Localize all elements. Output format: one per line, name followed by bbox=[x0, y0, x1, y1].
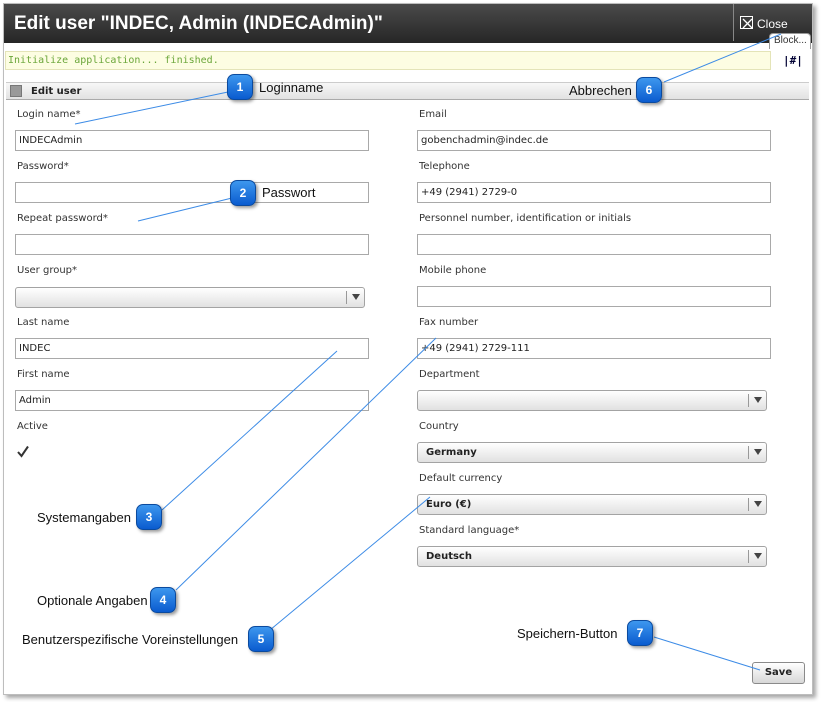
callout-marker-1: 1 bbox=[227, 74, 253, 100]
callout-marker-6: 6 bbox=[636, 77, 662, 103]
callout-marker-5: 5 bbox=[248, 626, 274, 652]
callout-label-1: Loginname bbox=[259, 80, 324, 95]
callout-label-3: Systemangaben bbox=[37, 510, 131, 525]
callout-marker-7: 7 bbox=[627, 620, 653, 646]
callout-label-4: Optionale Angaben bbox=[37, 593, 148, 608]
callout-label-5: Benutzerspezifische Voreinstellungen bbox=[22, 632, 239, 647]
callout-label-6: Abbrechen bbox=[569, 83, 632, 98]
callout-label-7: Speichern-Button bbox=[517, 626, 618, 641]
callout-marker-4: 4 bbox=[150, 587, 176, 613]
callout-marker-2: 2 bbox=[230, 180, 256, 206]
callout-label-2: Passwort bbox=[262, 185, 316, 200]
callout-marker-3: 3 bbox=[136, 504, 162, 530]
